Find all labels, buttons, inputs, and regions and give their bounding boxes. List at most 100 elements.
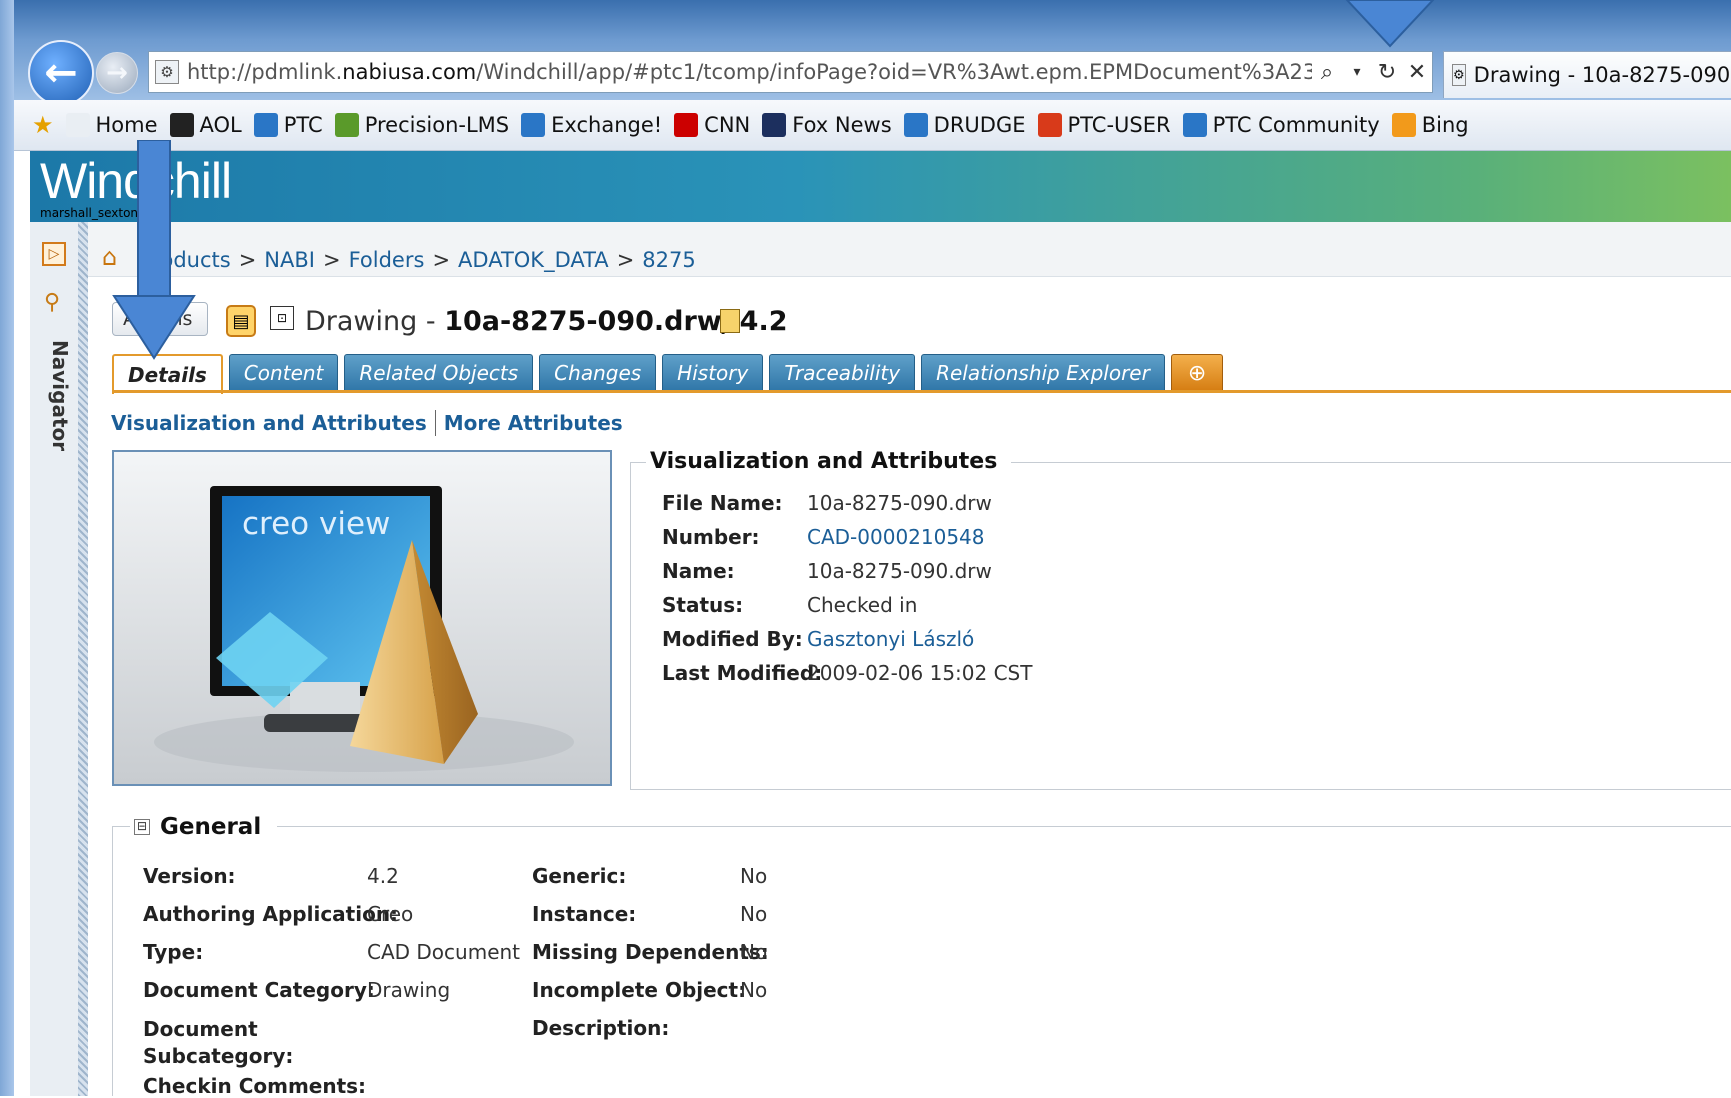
attribute-value[interactable]: CAD-0000210548 [807,525,985,549]
attribute-value: Checked in [807,593,918,617]
favorite-7[interactable]: DRUDGE [903,113,1026,137]
forward-arrow-icon: → [106,58,128,88]
breadcrumb-separator: > [432,248,451,272]
annotation-arrow-details [112,140,196,360]
favorite-9[interactable]: PTC Community [1182,113,1380,137]
bing-icon [1391,113,1416,137]
favorite-label: DRUDGE [933,113,1026,137]
dropdown-icon[interactable]: ▾ [1342,64,1372,80]
navigator-splitter[interactable] [78,222,88,1096]
tab-changes[interactable]: Changes [539,354,657,391]
favorites-bar: ★ Home AOL PTC Precision-LMS Exchange! CNN Fox… [14,100,1731,151]
ptc-user-icon [1037,113,1062,137]
favorite-10[interactable]: Bing [1391,113,1469,137]
favorite-label: Fox News [792,113,892,137]
general-label: Incomplete Object: [532,978,747,1002]
drawing-type-icon: ⊡ [270,306,294,330]
attribute-value[interactable]: Gasztonyi László [807,627,974,651]
favorite-4[interactable]: Exchange! [521,113,662,137]
tab-underline [112,390,1731,393]
back-arrow-icon: ← [44,50,78,96]
breadcrumb-item[interactable]: Folders [349,248,425,272]
favorites-star-icon[interactable]: ★ [32,111,54,139]
notes-icon[interactable] [720,309,740,333]
cad-document-icon[interactable]: ▤ [226,305,256,337]
breadcrumb-separator: > [322,248,341,272]
breadcrumb-item[interactable]: NABI [264,248,315,272]
cnn-icon [674,113,699,137]
favorite-0[interactable]: Home [65,113,158,137]
attributes-title: Visualization and Attributes [646,449,1012,474]
refresh-icon[interactable]: ↻ [1372,60,1402,85]
favorite-8[interactable]: PTC-USER [1037,113,1171,137]
favorite-5[interactable]: CNN [674,113,750,137]
tab-history[interactable]: History [662,354,764,391]
tab-traceability[interactable]: Traceability [769,354,916,391]
page-title: Drawing - 10a-8275-090.drw, 4.2 [305,306,788,337]
general-label: Type: [143,940,204,964]
general-label: Checkin Comments: [143,1074,367,1098]
creo-view-illustration: creo view [154,486,574,772]
tab-related-objects[interactable]: Related Objects [344,354,534,391]
navigator-search-icon[interactable]: ⚲ [44,290,60,315]
attribute-label: Number: [662,525,760,549]
expand-navigator-icon[interactable]: ▷ [42,242,66,266]
attribute-row: Name: 10a-8275-090.drw [662,559,992,583]
forward-button[interactable]: → [96,52,138,94]
attribute-row: Status: Checked in [662,593,917,617]
favorite-3[interactable]: Precision-LMS [334,113,510,137]
tab-relationship-explorer[interactable]: Relationship Explorer [921,354,1165,391]
home-page-icon [65,113,90,137]
ie-icon [521,113,546,137]
fox-icon [762,113,787,137]
browser-tab[interactable]: ⚙ Drawing - 10a-8275-090.dr... [1443,51,1731,98]
subtab-links: Visualization and Attributes More Attrib… [111,410,623,436]
general-value: No [740,978,768,1002]
general-header[interactable]: ⊟ General [130,814,278,840]
address-bar[interactable]: ⚙ http://pdmlink.nabiusa.com/Windchill/a… [148,51,1433,93]
breadcrumb: Products > NABI > Folders > ADATOK_DATA >8275 [140,248,696,272]
aol-icon [169,113,194,137]
ptc-icon [1182,113,1207,137]
attribute-label: Modified By: [662,627,803,651]
general-value: No [740,864,768,888]
site-favicon-icon: ⚙ [155,60,179,84]
general-value: CAD Document [367,940,521,964]
back-button[interactable]: ← [28,40,94,106]
general-value: Creo [367,902,414,926]
collapse-icon[interactable]: ⊟ [134,819,150,835]
subtab-visualization[interactable]: Visualization and Attributes [111,411,427,435]
add-tab-icon[interactable]: ⊕ [1170,354,1224,391]
tab-content[interactable]: Content [228,354,339,391]
general-value: No [740,940,768,964]
general-label: Instance: [532,902,637,926]
search-icon[interactable]: ⌕ [1312,60,1342,85]
address-url[interactable]: http://pdmlink.nabiusa.com/Windchill/app… [187,60,1312,84]
attribute-row: Modified By: Gasztonyi László [662,627,974,651]
favorite-2[interactable]: PTC [253,113,323,137]
ie-icon [253,113,278,137]
general-label: Generic: [532,864,627,888]
browser-tab-title: Drawing - 10a-8275-090.dr... [1473,63,1731,87]
breadcrumb-item[interactable]: 8275 [642,248,695,272]
subtab-divider [434,410,436,436]
favorite-label: Precision-LMS [364,113,510,137]
navigator-label[interactable]: Navigator [32,340,72,460]
breadcrumb-separator: > [238,248,257,272]
favorite-1[interactable]: AOL [169,113,242,137]
breadcrumb-item[interactable]: ADATOK_DATA [458,248,609,272]
subtab-more-attributes[interactable]: More Attributes [444,411,623,435]
ptc-icon [334,113,359,137]
general-panel [112,826,1731,1096]
visualization-thumbnail[interactable]: creo view [112,450,612,786]
thumbnail-caption: creo view [242,506,390,542]
attribute-row: Number: CAD-0000210548 [662,525,985,549]
favorite-label: PTC [283,113,323,137]
stop-icon[interactable]: ✕ [1402,60,1432,85]
tab-favicon-icon: ⚙ [1452,64,1466,86]
attribute-label: Name: [662,559,735,583]
ie-icon [903,113,928,137]
favorite-6[interactable]: Fox News [762,113,892,137]
attribute-value: 10a-8275-090.drw [807,559,992,583]
attribute-value: 2009-02-06 15:02 CST [807,661,1033,685]
